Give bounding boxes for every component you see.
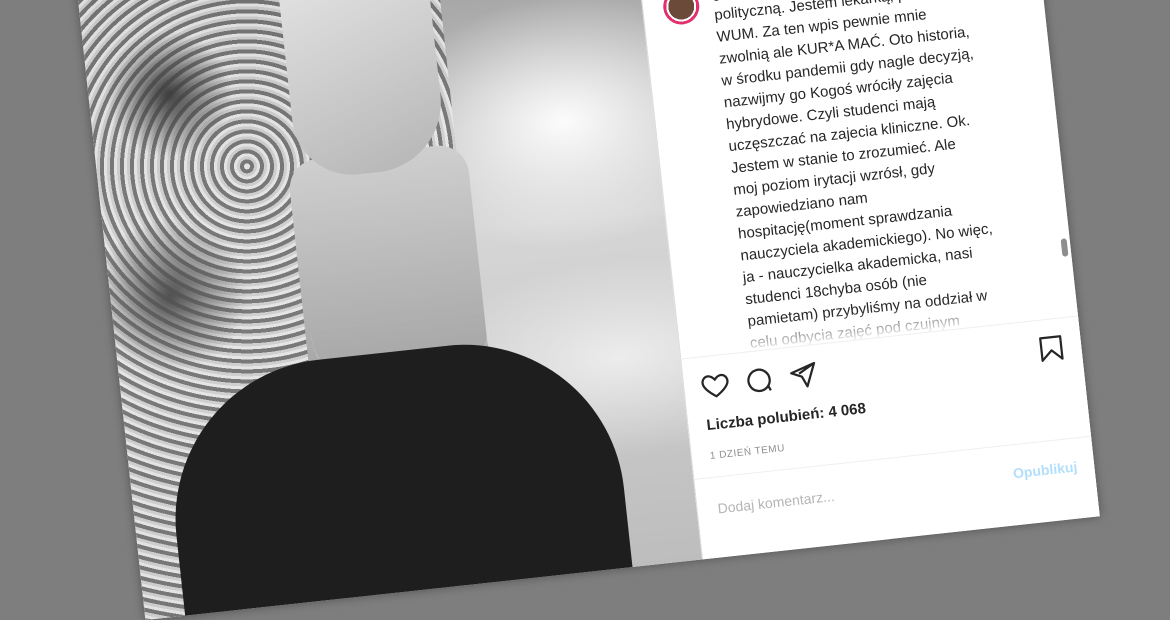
- caption-scrollbar[interactable]: [1060, 238, 1069, 257]
- post-actions: Liczba polubień: 4 068 1 DZIEŃ TEMU Opub…: [681, 315, 1100, 559]
- post-time: 1 DZIEŃ TEMU: [709, 442, 786, 462]
- heart-icon[interactable]: [699, 369, 732, 402]
- post-side-panel: głębokim miejscu mam poprawnośćpolityczn…: [632, 0, 1100, 560]
- instagram-post: głębokim miejscu mam poprawnośćpolityczn…: [76, 0, 1100, 620]
- publish-button[interactable]: Opublikuj: [1012, 458, 1078, 481]
- comment-icon[interactable]: [743, 364, 776, 397]
- avatar[interactable]: [661, 0, 702, 27]
- likes-count[interactable]: Liczba polubień: 4 068: [706, 400, 867, 434]
- paper-plane-icon[interactable]: [786, 359, 819, 392]
- bookmark-icon[interactable]: [1035, 332, 1068, 365]
- post-photo[interactable]: [76, 0, 703, 620]
- comment-input[interactable]: [714, 466, 990, 522]
